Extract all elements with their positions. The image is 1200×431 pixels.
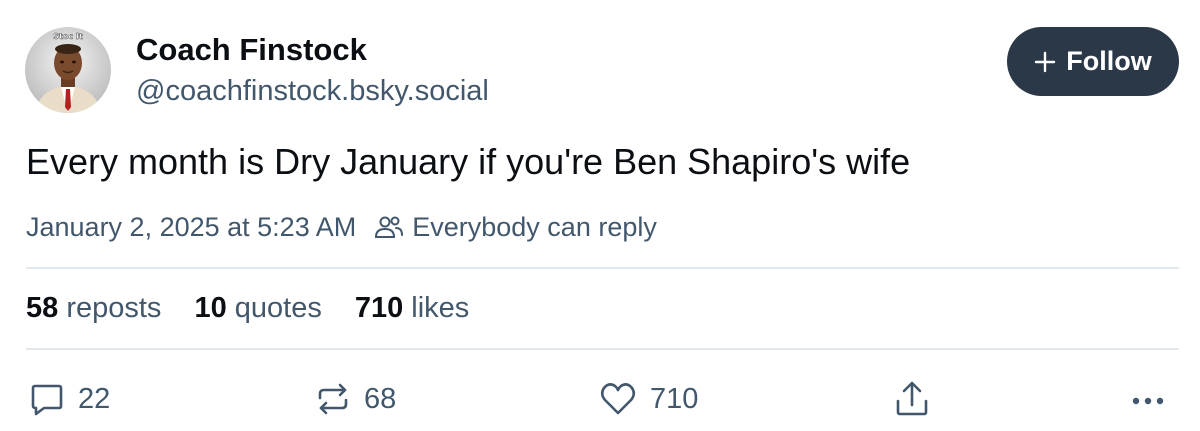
heart-icon [598, 380, 638, 418]
reply-count: 22 [78, 382, 111, 415]
divider [26, 267, 1179, 269]
follow-button-label: Follow [1066, 46, 1152, 76]
follow-button[interactable]: Follow [1007, 27, 1179, 96]
stat-quotes[interactable]: 10 quotes [194, 292, 321, 325]
repost-icon [314, 380, 352, 418]
stat-likes-count: 710 [354, 291, 404, 324]
stat-reposts[interactable]: 58 reposts [26, 292, 161, 325]
stat-likes-label: likes [411, 291, 470, 324]
stat-quotes-count: 10 [194, 291, 227, 324]
more-icon [1128, 379, 1168, 419]
share-button[interactable] [893, 376, 931, 422]
people-icon [374, 214, 404, 240]
avatar-badge-text: Stoc It [53, 32, 83, 41]
like-button[interactable]: 710 [598, 376, 698, 422]
action-bar: 22 68 710 [0, 376, 1200, 422]
avatar-image: Stoc It [25, 27, 111, 113]
stat-reposts-label: reposts [66, 291, 162, 324]
like-count: 710 [650, 382, 699, 415]
stat-likes[interactable]: 710 likes [355, 292, 469, 325]
author-handle[interactable]: @coachfinstock.bsky.social [136, 75, 489, 108]
engagement-stats: 58 reposts 10 quotes 710 likes [26, 289, 502, 327]
avatar[interactable]: Stoc It [25, 27, 111, 113]
stat-reposts-count: 58 [26, 291, 59, 324]
plus-icon [1034, 51, 1056, 73]
author-name[interactable]: Coach Finstock [136, 32, 367, 68]
post-timestamp[interactable]: January 2, 2025 at 5:23 AM [26, 212, 356, 243]
post-text: Every month is Dry January if you're Ben… [26, 141, 911, 182]
post-meta: January 2, 2025 at 5:23 AM Everybody can… [26, 209, 657, 245]
repost-count: 68 [364, 382, 397, 415]
stat-quotes-label: quotes [234, 291, 322, 324]
reply-button[interactable]: 22 [28, 376, 110, 422]
share-icon [893, 379, 931, 419]
reply-setting: Everybody can reply [412, 211, 657, 242]
reply-icon [28, 380, 66, 418]
more-options-button[interactable] [1128, 376, 1168, 422]
divider [26, 348, 1179, 350]
post-card: Stoc It Coach Finstock @coachfinstock.bs… [0, 0, 1200, 431]
repost-button[interactable]: 68 [314, 376, 396, 422]
